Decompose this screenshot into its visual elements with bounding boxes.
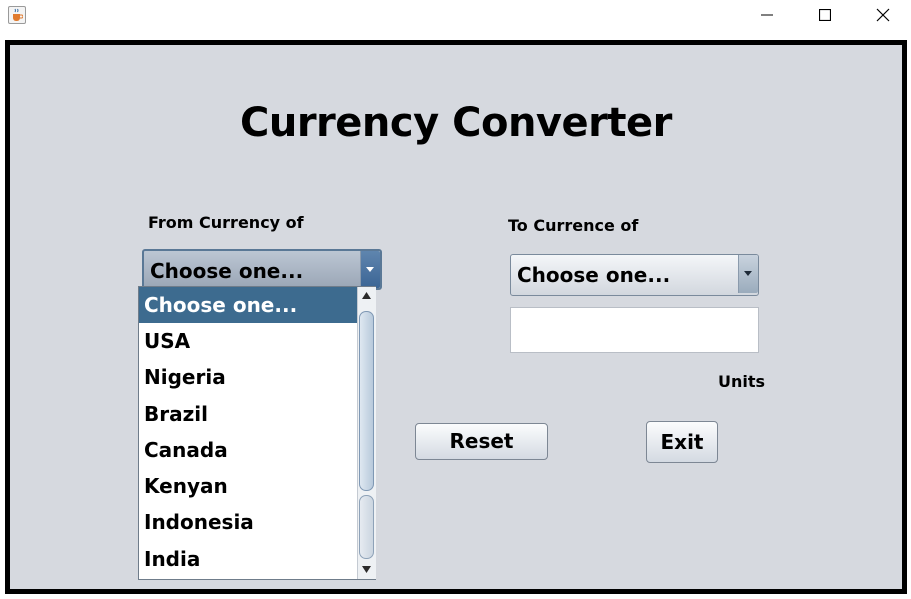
from-currency-selected: Choose one... bbox=[150, 259, 304, 283]
list-item[interactable]: Kenyan bbox=[139, 468, 357, 504]
chevron-down-icon bbox=[744, 271, 752, 276]
arrow-up-icon bbox=[362, 292, 371, 299]
minimize-button[interactable] bbox=[738, 0, 796, 30]
to-currency-selected: Choose one... bbox=[517, 263, 671, 287]
amount-input[interactable] bbox=[510, 307, 759, 353]
from-combo-arrow[interactable] bbox=[360, 251, 380, 288]
arrow-down-icon bbox=[362, 566, 371, 573]
exit-button[interactable]: Exit bbox=[646, 421, 718, 463]
from-currency-label: From Currency of bbox=[148, 213, 304, 232]
list-item[interactable]: Choose one... bbox=[139, 287, 357, 323]
to-combo-arrow[interactable] bbox=[738, 255, 758, 293]
java-coffee-cup-icon bbox=[8, 6, 26, 24]
minimize-icon bbox=[761, 14, 773, 16]
list-item[interactable]: Canada bbox=[139, 432, 357, 468]
close-button[interactable] bbox=[854, 0, 911, 30]
scrollbar-thumb[interactable] bbox=[359, 311, 374, 491]
dropdown-scrollbar[interactable] bbox=[357, 287, 376, 579]
scroll-up-button[interactable] bbox=[358, 287, 376, 305]
scroll-down-button[interactable] bbox=[358, 561, 376, 579]
window-titlebar bbox=[0, 0, 911, 34]
list-item[interactable]: Nigeria bbox=[139, 359, 357, 395]
from-currency-dropdown-list: Choose one... USA Nigeria Brazil Canada … bbox=[138, 286, 376, 580]
to-currency-label: To Currence of bbox=[508, 216, 639, 235]
chevron-down-icon bbox=[366, 267, 374, 272]
list-item[interactable]: Indonesia bbox=[139, 504, 357, 540]
close-icon bbox=[876, 8, 890, 22]
from-currency-combo[interactable]: Choose one... bbox=[142, 249, 382, 290]
list-item[interactable]: India bbox=[139, 541, 357, 577]
list-item[interactable]: Brazil bbox=[139, 396, 357, 432]
page-title: Currency Converter bbox=[240, 100, 672, 146]
to-currency-combo[interactable]: Choose one... bbox=[510, 254, 759, 296]
units-label: Units bbox=[718, 372, 766, 391]
reset-button[interactable]: Reset bbox=[415, 423, 548, 460]
maximize-icon bbox=[819, 9, 831, 21]
maximize-button[interactable] bbox=[796, 0, 854, 30]
scrollbar-track-lower[interactable] bbox=[359, 495, 374, 559]
list-item[interactable]: USA bbox=[139, 323, 357, 359]
